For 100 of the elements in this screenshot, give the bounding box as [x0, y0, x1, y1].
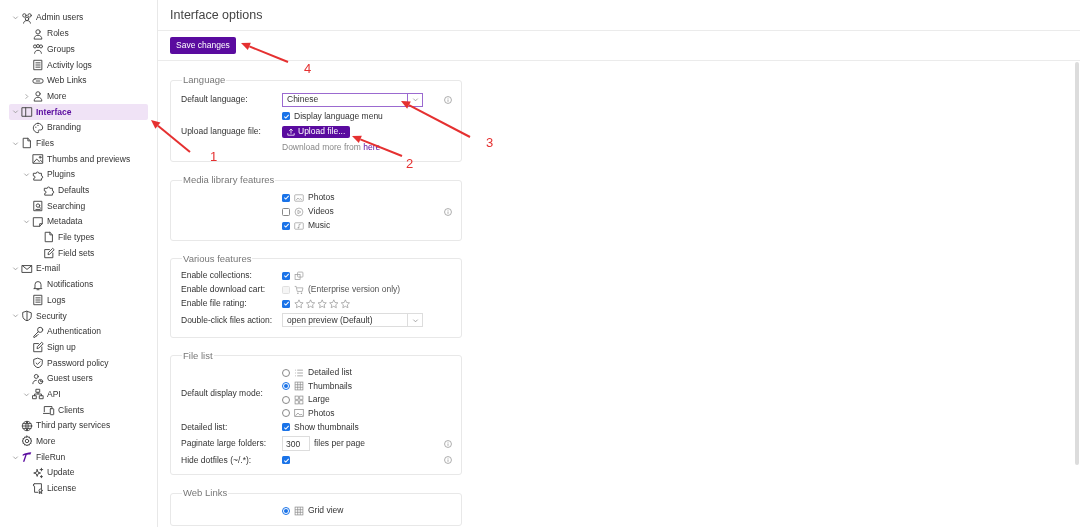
item-label: Files: [36, 136, 54, 150]
option-label: Show thumbnails: [294, 420, 359, 434]
save-button[interactable]: Save changes: [170, 37, 236, 54]
sidebar-item[interactable]: Plugins: [9, 166, 148, 183]
info-icon[interactable]: [444, 207, 452, 216]
option-label: Display language menu: [294, 109, 383, 123]
info-icon[interactable]: [444, 456, 452, 464]
option-label: Photos: [308, 406, 335, 420]
field-label: Upload language file:: [181, 125, 261, 139]
chevron-down-icon[interactable]: [12, 312, 19, 320]
sidebar-item[interactable]: Third party services: [9, 417, 148, 434]
sidebar-item[interactable]: Branding: [9, 119, 148, 136]
sidebar-item[interactable]: Field sets: [9, 245, 148, 261]
checkbox[interactable]: [282, 112, 290, 121]
document-list-icon: [32, 294, 44, 307]
chevron-right-icon[interactable]: [23, 92, 30, 100]
item-label: Groups: [47, 42, 75, 56]
checkbox[interactable]: [282, 299, 290, 308]
number-field[interactable]: 300: [282, 436, 310, 451]
document-list-icon: [32, 58, 44, 71]
sidebar-item[interactable]: API: [9, 386, 148, 403]
chevron-down-icon[interactable]: [12, 14, 19, 22]
item-label: FileRun: [36, 450, 66, 464]
certificate-icon: [32, 482, 44, 495]
sparkle-icon: [32, 466, 44, 479]
chevron-down-icon[interactable]: [23, 390, 30, 398]
upload-button[interactable]: Upload file...: [282, 125, 351, 138]
shield-check-icon: [32, 356, 44, 369]
music-folder-icon: [294, 220, 304, 231]
item-label: Field sets: [58, 246, 95, 260]
upload-icon: [287, 127, 295, 136]
user-icon: [32, 27, 44, 40]
chevron-down-icon[interactable]: [12, 108, 19, 116]
chevron-down-icon[interactable]: [12, 265, 19, 273]
sidebar-item[interactable]: E-mail: [9, 261, 148, 277]
option-label: Music: [308, 219, 331, 232]
sidebar-item[interactable]: Logs: [9, 292, 148, 309]
chevron-down-icon[interactable]: [23, 218, 30, 226]
info-icon[interactable]: [444, 439, 452, 448]
network-icon: [32, 388, 44, 401]
image-icon: [32, 153, 44, 166]
sidebar-item[interactable]: File types: [9, 229, 148, 246]
checkbox[interactable]: [282, 207, 290, 216]
sidebar-item[interactable]: Update: [9, 464, 148, 481]
field-label: Default display mode:: [181, 386, 263, 400]
settings-icon: [21, 435, 33, 448]
chevron-down-icon[interactable]: [12, 453, 19, 461]
option-label: (Enterprise version only): [308, 283, 401, 297]
sidebar-item[interactable]: Clients: [9, 402, 148, 418]
item-label: Thumbs and previews: [47, 152, 131, 166]
sidebar-item[interactable]: Security: [9, 308, 148, 324]
sidebar-item[interactable]: Metadata: [9, 213, 148, 230]
file-icon: [43, 231, 55, 244]
chevron-down-icon[interactable]: [12, 139, 19, 147]
chevron-down-icon[interactable]: [23, 171, 30, 179]
sidebar-item[interactable]: Searching: [9, 198, 148, 214]
sidebar-item[interactable]: More: [9, 88, 148, 105]
section-title: Language: [182, 73, 227, 87]
sidebar-item[interactable]: Defaults: [9, 182, 148, 199]
sidebar-item[interactable]: Password policy: [9, 355, 148, 371]
scrollbar[interactable]: [1075, 62, 1079, 465]
dropdown[interactable]: open preview (Default): [282, 313, 423, 328]
sidebar-item[interactable]: Admin users: [9, 10, 148, 26]
checkbox[interactable]: [282, 271, 290, 280]
sidebar-item[interactable]: Files: [9, 135, 148, 152]
sidebar-item[interactable]: More: [9, 433, 148, 450]
sidebar-item[interactable]: Thumbs and previews: [9, 151, 148, 167]
item-label: Guest users: [47, 372, 93, 386]
item-label: Update: [47, 466, 75, 480]
item-label: License: [47, 482, 77, 495]
field-label: Detailed list:: [181, 420, 228, 434]
item-label: Roles: [47, 27, 69, 40]
item-label: Logs: [47, 293, 66, 307]
sidebar-item[interactable]: Sign up: [9, 339, 148, 356]
item-label: Activity logs: [47, 58, 92, 72]
item-label: Admin users: [36, 11, 84, 25]
sidebar-item[interactable]: FileRun: [9, 449, 148, 465]
logo-icon: [21, 451, 33, 464]
sidebar-item[interactable]: Groups: [9, 41, 148, 58]
item-label: API: [47, 387, 61, 401]
sidebar-item[interactable]: Authentication: [9, 323, 148, 340]
info-icon[interactable]: [444, 95, 452, 104]
checkbox[interactable]: [282, 221, 290, 230]
sidebar-item[interactable]: Notifications: [9, 276, 148, 293]
item-label: Third party services: [36, 419, 111, 433]
sidebar-item[interactable]: Interface: [9, 104, 148, 120]
sidebar-item[interactable]: License: [9, 480, 148, 497]
note-icon: [32, 215, 44, 228]
item-label: Plugins: [47, 168, 75, 182]
section-title: Various features: [182, 251, 253, 266]
checkbox[interactable]: [282, 193, 290, 202]
palette-icon: [32, 121, 44, 134]
sidebar-item[interactable]: Guest users: [9, 370, 148, 387]
dropdown[interactable]: Chinese: [282, 92, 423, 107]
sidebar-item[interactable]: Web Links: [9, 72, 148, 89]
devices-icon: [43, 404, 55, 417]
user-icon: [32, 90, 44, 103]
copy-icon: [294, 270, 304, 281]
sidebar-item[interactable]: Activity logs: [9, 57, 148, 73]
sidebar-item[interactable]: Roles: [9, 25, 148, 42]
